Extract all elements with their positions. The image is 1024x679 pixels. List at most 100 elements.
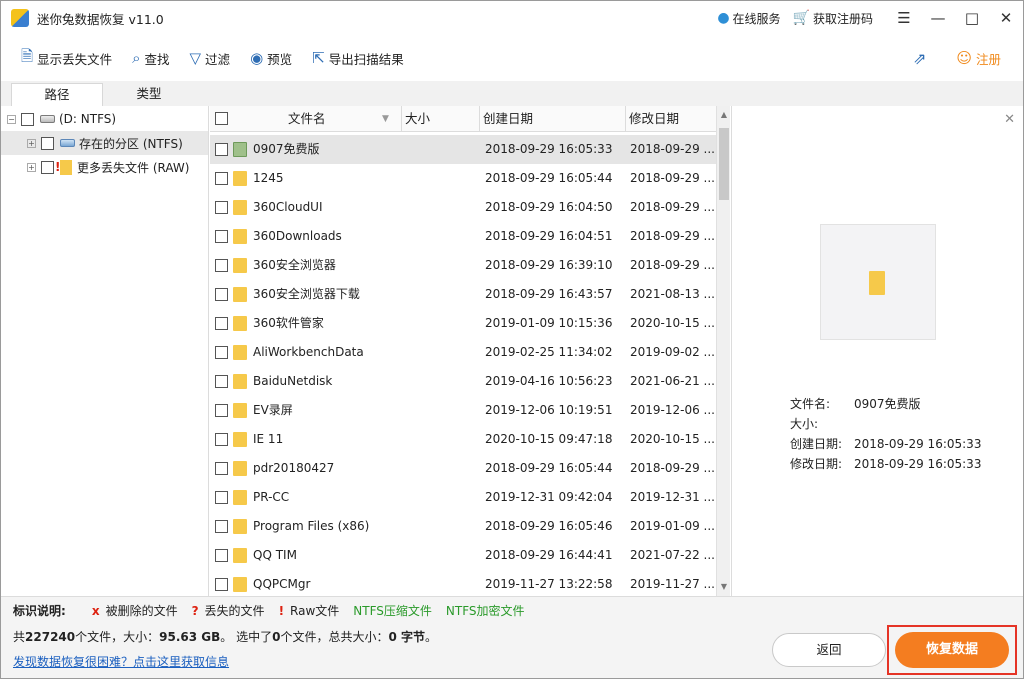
file-row-checkbox[interactable] [215,317,228,330]
file-modified: 2018-09-29 ... [630,200,715,214]
register-button[interactable]: ☺ 注册 [956,49,1001,68]
tree-item-more-lost-files[interactable]: + 更多丢失文件 (RAW) [27,155,189,179]
file-row[interactable]: AliWorkbenchData 2019-02-25 11:34:02 2019-… [210,338,716,367]
preview-button[interactable]: ◉ 预览 [250,49,292,68]
file-row-checkbox[interactable] [215,520,228,533]
file-row-checkbox[interactable] [215,230,228,243]
tab-type[interactable]: 类型 [103,83,195,106]
folder-icon [233,287,247,302]
scroll-up-icon[interactable]: ▲ [717,108,731,122]
tree-item-existing-partition[interactable]: + 存在的分区 (NTFS) [1,131,208,155]
file-row-checkbox[interactable] [215,549,228,562]
file-row[interactable]: Program Files (x86) 2018-09-29 16:05:46 20… [210,512,716,541]
close-icon[interactable]: ✕ [989,1,1023,35]
tree-root-label: (D: NTFS) [59,112,117,126]
file-created: 2018-09-29 16:05:44 [485,171,613,185]
column-modified[interactable]: 修改日期 [626,106,716,132]
recover-data-button[interactable]: 恢复数据 [895,632,1009,668]
file-created: 2019-12-31 09:42:04 [485,490,613,504]
stats-text: 个文件，总共大小： [280,630,389,644]
partition-icon [60,139,75,147]
file-row[interactable]: pdr20180427 2018-09-29 16:05:44 2018-09-29… [210,454,716,483]
tree-root-checkbox[interactable] [21,112,34,126]
menu-icon[interactable]: ☰ [887,1,921,35]
column-name-label: 文件名 [288,111,326,126]
sort-arrow-icon: ▼ [382,114,389,124]
export-label: 导出扫描结果 [328,51,404,67]
file-row-checkbox[interactable] [215,346,228,359]
file-row[interactable]: IE 11 2020-10-15 09:47:18 2020-10-15 ... [210,425,716,454]
bottom-bar: 标识说明: x 被删除的文件 ? 丢失的文件 ! Raw文件 NTFS压缩文件 … [1,596,1023,678]
file-row-checkbox[interactable] [215,491,228,504]
tree-item-checkbox[interactable] [41,136,54,150]
file-list-header: 文件名 ▼ 大小 创建日期 修改日期 [210,106,716,132]
legend-compressed: NTFS压缩文件 [353,604,432,618]
find-button[interactable]: ⌕ 查找 [132,49,169,68]
online-service-link[interactable]: ● 在线服务 [717,10,780,27]
file-created: 2019-02-25 11:34:02 [485,345,613,359]
get-code-link[interactable]: 🛒 获取注册码 [793,10,873,27]
share-icon[interactable]: ⇗ [913,49,926,68]
app-logo-icon [11,9,29,27]
file-row[interactable]: EV录屏 2019-12-06 10:19:51 2019-12-06 ... [210,396,716,425]
preview-created-label: 创建日期: [790,437,843,451]
file-row[interactable]: 0907免费版 2018-09-29 16:05:33 2018-09-29 ... [210,135,716,164]
column-created[interactable]: 创建日期 [480,106,626,132]
export-button[interactable]: ⇱ 导出扫描结果 [312,49,404,68]
file-name: 360安全浏览器下载 [253,287,360,301]
file-row-checkbox[interactable] [215,259,228,272]
file-list-scrollbar[interactable]: ▲ ▼ [716,106,730,596]
file-row-checkbox[interactable] [215,375,228,388]
column-size[interactable]: 大小 [402,106,480,132]
file-row[interactable]: BaiduNetdisk 2019-04-16 10:56:23 2021-06-2… [210,367,716,396]
maximize-icon[interactable]: □ [955,1,989,35]
file-row[interactable]: 360安全浏览器 2018-09-29 16:39:10 2018-09-29 ..… [210,251,716,280]
file-row-checkbox[interactable] [215,578,228,591]
file-row[interactable]: QQPCMgr 2019-11-27 13:22:58 2019-11-27 ... [210,570,716,596]
filter-button[interactable]: ▽ 过滤 [190,49,231,68]
tree-item-checkbox[interactable] [41,160,54,174]
file-row[interactable]: QQ TIM 2018-09-29 16:44:41 2021-07-22 ... [210,541,716,570]
file-row[interactable]: PR-CC 2019-12-31 09:42:04 2019-12-31 ... [210,483,716,512]
file-row-checkbox[interactable] [215,462,228,475]
file-created: 2019-04-16 10:56:23 [485,374,613,388]
file-row[interactable]: 360安全浏览器下载 2018-09-29 16:43:57 2021-08-13 … [210,280,716,309]
file-row[interactable]: 360CloudUI 2018-09-29 16:04:50 2018-09-29 … [210,193,716,222]
preview-created-row: 创建日期: 2018-09-29 16:05:33 [790,435,981,452]
file-modified: 2018-09-29 ... [630,142,715,156]
file-created: 2019-12-06 10:19:51 [485,403,613,417]
scroll-thumb[interactable] [719,128,729,200]
scroll-down-icon[interactable]: ▼ [717,580,731,594]
expand-icon[interactable]: + [27,138,36,148]
column-name[interactable]: 文件名 ▼ [210,106,402,132]
file-row[interactable]: 1245 2018-09-29 16:05:44 2018-09-29 ... [210,164,716,193]
file-created: 2018-09-29 16:05:33 [485,142,613,156]
show-lost-files-button[interactable]: 🗎 显示丢失文件 [21,46,112,71]
filter-label: 过滤 [205,51,231,67]
file-row-checkbox[interactable] [215,404,228,417]
deleted-mark-icon: x [91,603,100,618]
minimize-icon[interactable]: — [921,1,955,35]
back-button[interactable]: 返回 [772,633,886,667]
folder-icon [233,316,247,331]
file-row-checkbox[interactable] [215,433,228,446]
collapse-icon[interactable]: − [7,114,16,124]
tree-root[interactable]: − (D: NTFS) [7,107,116,131]
file-name: 0907免费版 [253,142,320,156]
folder-icon [233,345,247,360]
preview-name-row: 文件名: 0907免费版 [790,395,921,412]
file-row[interactable]: 360软件管家 2019-01-09 10:15:36 2020-10-15 ... [210,309,716,338]
expand-icon[interactable]: + [27,162,36,172]
tab-path[interactable]: 路径 [11,83,103,106]
file-row-checkbox[interactable] [215,288,228,301]
file-row-checkbox[interactable] [215,143,228,156]
file-row-checkbox[interactable] [215,201,228,214]
file-modified: 2021-06-21 ... [630,374,715,388]
file-modified: 2019-11-27 ... [630,577,715,591]
help-link[interactable]: 发现数据恢复很困难？点击这里获取信息 [13,653,229,670]
tree-item-label: 更多丢失文件 (RAW) [77,160,190,175]
file-name: pdr20180427 [253,461,335,475]
file-row-checkbox[interactable] [215,172,228,185]
preview-close-icon[interactable]: ✕ [1004,112,1015,127]
file-row[interactable]: 360Downloads 2018-09-29 16:04:51 2018-09-2… [210,222,716,251]
